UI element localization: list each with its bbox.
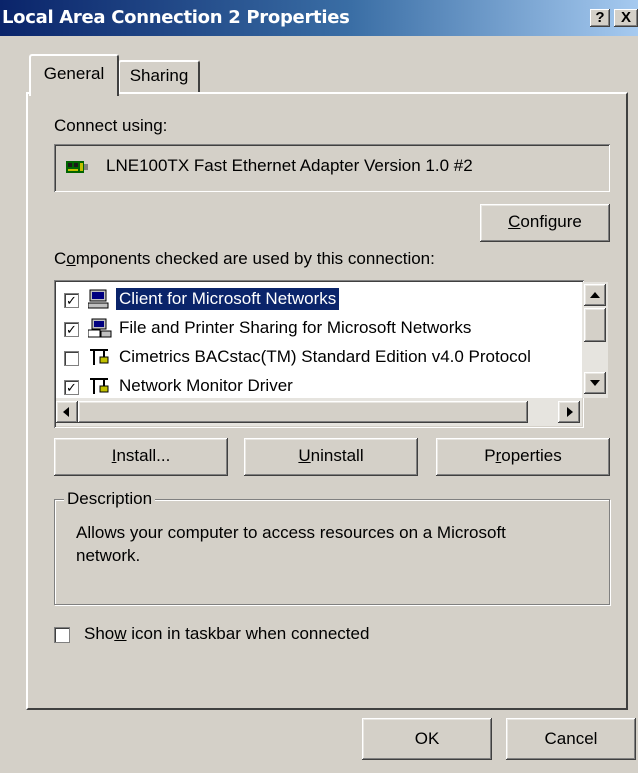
uninstall-accel: U [298,446,311,465]
tab-general[interactable]: General [29,54,119,96]
arrow-down-icon [590,380,600,386]
properties-prefix: P [484,446,496,465]
description-label: Description [64,489,156,509]
properties-dialog: Local Area Connection 2 Properties ? X G… [0,0,638,773]
horizontal-scroll-thumb[interactable] [78,401,528,423]
component-checkbox-3[interactable]: ✓ [64,380,79,395]
horizontal-scrollbar[interactable] [56,398,582,426]
adapter-field: LNE100TX Fast Ethernet Adapter Version 1… [54,144,610,192]
properties-rest: operties [501,446,562,465]
component-label-0: Client for Microsoft Networks [114,287,341,311]
uninstall-rest: ninstall [310,446,364,465]
tab-sharing-label: Sharing [129,66,189,85]
arrow-up-icon [590,292,600,298]
arrow-right-icon [567,407,573,417]
client-network-icon [87,289,110,309]
scroll-up-button[interactable] [584,284,606,306]
description-text-line2: network. [76,546,141,565]
ok-button[interactable]: OK [362,718,492,760]
window-title: Local Area Connection 2 Properties [2,7,350,28]
vertical-scroll-thumb[interactable] [584,308,606,342]
tab-sharing[interactable]: Sharing [118,60,200,92]
title-bar[interactable]: Local Area Connection 2 Properties ? X [0,0,638,36]
components-label-accel: o [66,249,76,268]
cancel-button[interactable]: Cancel [506,718,636,760]
tab-general-label: General [43,64,105,83]
component-label-1: File and Printer Sharing for Microsoft N… [119,318,472,337]
vertical-scrollbar[interactable] [582,282,608,398]
component-checkbox-1[interactable]: ✓ [64,322,79,337]
show-icon-label: Show icon in taskbar when connected [84,624,369,644]
configure-rest: onfigure [520,212,582,231]
components-label-prefix: C [54,249,67,268]
adapter-name: LNE100TX Fast Ethernet Adapter Version 1… [106,156,473,175]
show-icon-label-accel: w [114,624,127,643]
help-button[interactable]: ? [590,9,610,27]
component-label-2: Cimetrics BACstac(TM) Standard Edition v… [119,347,531,366]
ok-label: OK [414,729,440,748]
arrow-left-icon [63,407,69,417]
uninstall-button[interactable]: Uninstall [244,438,418,476]
description-text-line1: Allows your computer to access resources… [76,523,506,542]
close-button[interactable]: X [614,9,638,27]
components-label-rest: mponents checked are used by this connec… [75,249,435,268]
network-adapter-icon [66,160,88,175]
component-checkbox-0[interactable]: ✓ [64,293,79,308]
properties-button[interactable]: Properties [436,438,610,476]
install-rest: nstall... [116,446,171,465]
cancel-label: Cancel [544,729,598,748]
configure-accel: C [508,212,521,231]
file-sharing-icon [87,318,112,338]
driver-icon [88,376,110,396]
configure-button[interactable]: Configure [480,204,610,242]
connect-using-label: Connect using: [54,116,168,135]
component-label-3: Network Monitor Driver [119,376,293,395]
show-icon-checkbox[interactable] [54,627,70,643]
install-button[interactable]: Install... [54,438,228,476]
component-checkbox-2[interactable] [64,351,79,366]
show-icon-label-rest: icon in taskbar when connected [126,624,370,643]
show-icon-label-prefix: Sho [84,624,115,643]
components-label: Components checked are used by this conn… [54,249,435,269]
scroll-right-button[interactable] [558,401,580,423]
scroll-left-button[interactable] [56,401,78,423]
scroll-down-button[interactable] [584,372,606,394]
components-list[interactable]: ✓ Client for Microsoft Networks ✓ File a… [54,280,584,428]
protocol-icon [88,347,110,367]
close-icon: X [620,9,631,26]
tab-join [31,92,117,95]
help-icon: ? [595,9,605,26]
